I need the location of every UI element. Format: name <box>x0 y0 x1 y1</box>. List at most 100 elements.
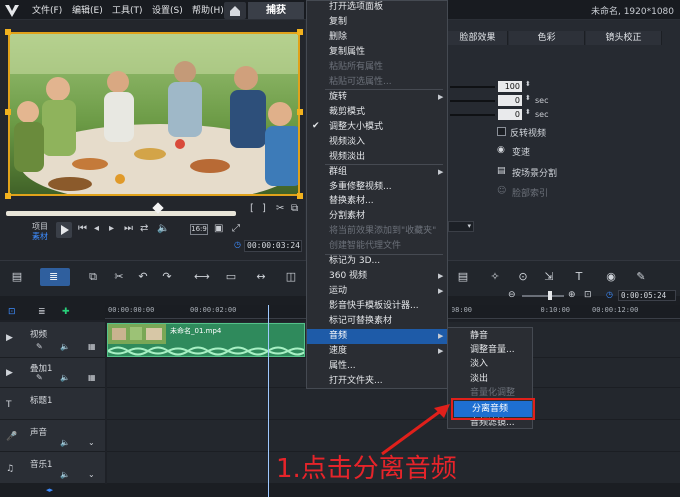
mute-icon[interactable]: 🔈 <box>60 373 70 382</box>
track-list-icon[interactable]: ≣ <box>38 307 46 317</box>
context-menu-item[interactable]: 分割素材 <box>307 209 447 224</box>
playhead[interactable] <box>268 305 269 497</box>
preview-video[interactable] <box>8 32 300 196</box>
resize-handle[interactable] <box>5 109 11 115</box>
resize-handle[interactable] <box>5 193 11 199</box>
mask-icon[interactable]: ◫ <box>284 270 298 284</box>
trim-icon[interactable]: ⟷ <box>194 270 210 284</box>
context-menu-item[interactable]: 打开选项面板 <box>307 0 447 15</box>
context-menu-item[interactable]: 视频淡出 <box>307 150 447 165</box>
timeline-view-button[interactable]: ≣ <box>40 268 70 286</box>
context-menu-item[interactable]: 复制 <box>307 15 447 30</box>
context-menu-item[interactable]: 多重修整视频... <box>307 180 447 195</box>
tab-capture[interactable]: 捕获 <box>248 2 304 19</box>
speed-button[interactable]: 变速 <box>512 145 530 158</box>
context-menu-item[interactable]: 速度 <box>307 344 447 359</box>
track-grid-icon[interactable]: ▦ <box>88 373 96 382</box>
redo-icon[interactable]: ↷ <box>160 270 174 284</box>
fade-out-field[interactable]: 0 <box>498 109 522 120</box>
track-visibility-icon[interactable]: ⊡ <box>8 307 16 317</box>
dropdown[interactable]: ▾ <box>448 221 474 232</box>
aspect-ratio-button[interactable]: 16:9 <box>190 224 208 235</box>
storyboard-view-icon[interactable]: ▤ <box>10 270 24 284</box>
context-menu-item[interactable]: 删除 <box>307 30 447 45</box>
menu-settings[interactable]: 设置(S) <box>152 3 183 16</box>
context-menu-item[interactable]: 音频 <box>307 329 447 344</box>
spin-arrows-icon[interactable]: ⬍ <box>525 108 531 116</box>
next-frame-icon[interactable]: ▸ <box>109 223 114 234</box>
context-menu-item[interactable]: 复制属性 <box>307 45 447 60</box>
spin-arrows-icon[interactable]: ⬍ <box>525 80 531 88</box>
context-menu-item[interactable]: 标记为 3D... <box>307 254 447 269</box>
snapshot-icon[interactable]: ⧉ <box>291 203 298 214</box>
menu-file[interactable]: 文件(F) <box>32 3 62 16</box>
submenu-item[interactable]: 淡出 <box>448 372 532 387</box>
context-menu-item[interactable]: 视频淡入 <box>307 135 447 150</box>
submenu-item[interactable]: 淡入 <box>448 357 532 372</box>
clip-mode-label[interactable]: 素材 <box>32 231 48 242</box>
add-track-icon[interactable]: ✚ <box>62 307 70 317</box>
context-menu-item[interactable]: 360 视频 <box>307 269 447 284</box>
undo-icon[interactable]: ↶ <box>136 270 150 284</box>
stretch-icon[interactable]: ↔ <box>254 270 268 284</box>
chevron-down-icon[interactable]: ⌄ <box>88 438 95 447</box>
chevron-down-icon[interactable]: ⌄ <box>88 470 95 479</box>
track-header-video[interactable] <box>0 322 105 358</box>
fit-screen-icon[interactable]: ▣ <box>214 223 223 234</box>
video-clip[interactable]: 未命名_01.mp4 <box>107 323 305 357</box>
resize-handle[interactable] <box>297 29 303 35</box>
volume-field[interactable]: 100 <box>498 81 522 92</box>
mute-icon[interactable]: 🔈 <box>60 470 70 479</box>
crop-icon[interactable]: ▭ <box>224 270 238 284</box>
zoom-slider[interactable] <box>522 295 564 297</box>
scrub-range <box>6 211 236 216</box>
menu-edit[interactable]: 编辑(E) <box>72 3 103 16</box>
repeat-icon[interactable]: ⇄ <box>140 223 148 234</box>
mark-out-icon[interactable]: ] <box>262 203 266 214</box>
reverse-video-checkbox[interactable] <box>497 127 506 136</box>
context-menu-item[interactable]: 旋转 <box>307 90 447 105</box>
skip-start-icon[interactable]: ⏮ <box>78 223 87 234</box>
track-header-music[interactable] <box>0 452 105 484</box>
fade-out-slider[interactable] <box>450 114 495 116</box>
resize-handle[interactable] <box>297 193 303 199</box>
context-menu-item[interactable]: 属性... <box>307 359 447 374</box>
menu-help[interactable]: 帮助(H) <box>192 3 224 16</box>
volume-icon[interactable]: 🔈 <box>157 223 169 234</box>
play-button[interactable] <box>56 222 72 238</box>
prev-frame-icon[interactable]: ◂ <box>94 223 99 234</box>
submenu-item[interactable]: 静音 <box>448 329 532 344</box>
resize-handle[interactable] <box>297 109 303 115</box>
submenu-item[interactable]: 调整音量... <box>448 343 532 358</box>
volume-slider[interactable] <box>450 86 495 88</box>
tab-color[interactable]: 色彩 <box>509 31 585 45</box>
tab-face-effects[interactable]: 脸部效果 <box>448 31 508 45</box>
mark-in-icon[interactable]: [ <box>250 203 254 214</box>
context-menu-item[interactable]: 调整大小模式 <box>307 120 447 135</box>
edit-track-icon[interactable]: ✎ <box>36 373 43 382</box>
track-grid-icon[interactable]: ▦ <box>88 342 96 351</box>
skip-end-icon[interactable]: ⏭ <box>124 223 133 234</box>
context-menu-item[interactable]: 打开文件夹... <box>307 374 447 389</box>
track-header-title[interactable] <box>0 388 105 420</box>
edit-track-icon[interactable]: ✎ <box>36 342 43 351</box>
tools-icon[interactable]: ✂ <box>112 270 126 284</box>
context-menu-item[interactable]: 运动 <box>307 284 447 299</box>
context-menu-item[interactable]: 标记可替换素材 <box>307 314 447 329</box>
menu-tools[interactable]: 工具(T) <box>112 3 143 16</box>
context-menu-item[interactable]: 影音快手模板设计器... <box>307 299 447 314</box>
resize-handle[interactable] <box>5 29 11 35</box>
context-menu-item[interactable]: 群组 <box>307 165 447 180</box>
context-menu-item[interactable]: 替换素材... <box>307 194 447 209</box>
preview-timecode[interactable]: 00:00:03:24 <box>244 240 302 252</box>
home-button[interactable] <box>224 2 246 19</box>
mute-icon[interactable]: 🔈 <box>60 342 70 351</box>
mute-icon[interactable]: 🔈 <box>60 438 70 447</box>
fullscreen-icon[interactable]: ⤢ <box>232 223 240 234</box>
scroll-left-icon[interactable]: ◂▸ <box>46 486 53 494</box>
face-index-button[interactable]: 脸部索引 <box>512 186 548 199</box>
tab-lens-correction[interactable]: 镜头校正 <box>586 31 662 45</box>
track-manager-icon[interactable]: ⧉ <box>86 270 100 284</box>
cut-icon[interactable]: ✂ <box>276 203 284 214</box>
context-menu-item[interactable]: 裁剪模式 <box>307 105 447 120</box>
